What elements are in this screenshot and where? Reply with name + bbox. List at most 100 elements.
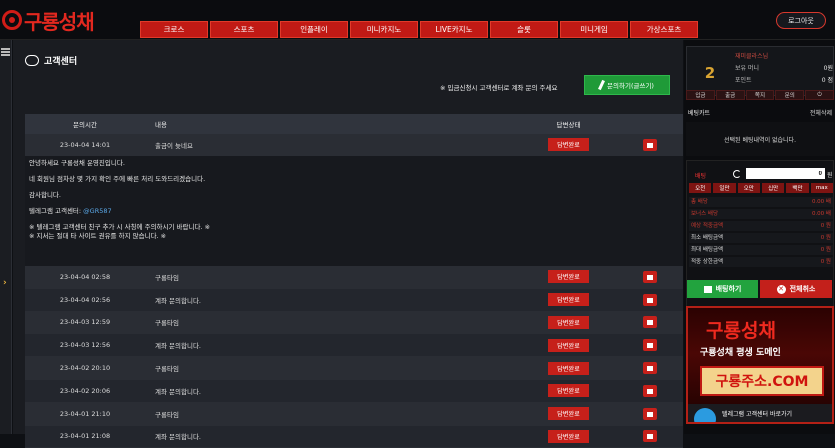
table-rows: 23-04-04 02:58 구룡타임 답변완료 23-04-04 02:56 … bbox=[25, 266, 683, 448]
stat-value: 0 원 bbox=[820, 247, 831, 253]
nav-virtual-sports[interactable]: 가상스포츠 bbox=[630, 21, 698, 38]
place-bet-button[interactable]: 배팅하기 bbox=[687, 280, 758, 298]
quick-buttons: 입금 출금 쪽지 문의 ⏻ bbox=[686, 90, 834, 100]
amount-5k-button[interactable]: 오천 bbox=[689, 183, 712, 193]
row-time: 23-04-04 02:56 bbox=[59, 295, 111, 304]
table-row[interactable]: 23-04-01 21:10 구룡타임 답변완료 bbox=[25, 402, 683, 426]
row-content: 계좌 문의합니다. bbox=[155, 387, 201, 396]
row-content: 계좌 문의합니다. bbox=[155, 342, 201, 351]
status-badge: 답변완료 bbox=[548, 407, 589, 421]
nav-live-casino[interactable]: LIVE카지노 bbox=[420, 21, 488, 38]
delete-button[interactable] bbox=[642, 430, 657, 443]
table-row[interactable]: 23-04-04 02:56 계좌 문의합니다. 답변완료 bbox=[25, 288, 683, 312]
stat-key: 보너스 배당 bbox=[691, 211, 719, 217]
refresh-icon[interactable] bbox=[733, 170, 741, 178]
row-status-cell: 답변완료 bbox=[521, 338, 616, 352]
nav-cross[interactable]: 크로스 bbox=[140, 21, 208, 38]
stat-expected-win: 예상 적중금액 0 원 bbox=[689, 221, 833, 231]
row-delete-cell bbox=[616, 316, 683, 329]
row-delete-cell bbox=[616, 270, 683, 283]
row-time: 23-04-04 02:58 bbox=[59, 272, 111, 281]
delete-button[interactable] bbox=[642, 384, 657, 397]
status-badge: 답변완료 bbox=[548, 361, 589, 375]
row-status-cell: 답변완료 bbox=[521, 138, 616, 151]
stat-max-bet: 최대 배팅금액 0 원 bbox=[689, 245, 833, 255]
table-row[interactable]: 23-04-02 20:06 계좌 문의합니다. 답변완료 bbox=[25, 379, 683, 403]
trash-icon bbox=[646, 433, 653, 440]
menu-icon[interactable] bbox=[1, 48, 10, 56]
status-badge: 답변완료 bbox=[548, 384, 589, 398]
stat-total-odds: 총 배당 0.00 배 bbox=[689, 197, 833, 207]
status-badge: 답변완료 bbox=[548, 429, 589, 443]
money-label: 보유 머니 bbox=[735, 65, 759, 72]
trash-icon bbox=[646, 410, 653, 417]
deposit-button[interactable]: 입금 bbox=[686, 90, 715, 100]
power-button[interactable]: ⏻ bbox=[805, 90, 834, 100]
bet-amount-input[interactable] bbox=[746, 168, 825, 179]
bet-cart-header: 베팅카트 전체삭제 bbox=[686, 108, 834, 118]
pencil-icon bbox=[598, 79, 606, 91]
detail-line-6: ※ 지서는 절대 타 사이트 권유를 하지 않습니다. ※ bbox=[29, 232, 167, 240]
status-badge: 답변완료 bbox=[548, 338, 589, 352]
expand-arrow-icon[interactable]: › bbox=[3, 278, 7, 288]
table-row[interactable]: 23-04-04 02:58 구룡타임 답변완료 bbox=[25, 266, 683, 289]
nav-slot[interactable]: 슬롯 bbox=[490, 21, 558, 38]
amount-1m-button[interactable]: 백만 bbox=[786, 183, 809, 193]
delete-button[interactable] bbox=[642, 407, 657, 420]
main-content: 고객센터 ※ 입금신청시 고객센터로 계좌 문의 주세요 문의하기(글쓰기) 문… bbox=[13, 40, 683, 448]
row-delete-cell bbox=[616, 430, 683, 443]
bet-cart-title: 베팅카트 bbox=[688, 110, 711, 117]
site-logo[interactable]: 구룡성채 bbox=[2, 6, 102, 34]
delete-all-link[interactable]: 전체삭제 bbox=[810, 108, 832, 118]
table-row[interactable]: 23-04-01 21:08 계좌 문의합니다. 답변완료 bbox=[25, 425, 683, 448]
inquiry-button[interactable]: 문의 bbox=[775, 90, 805, 100]
amount-50k-button[interactable]: 오만 bbox=[737, 183, 760, 193]
amount-10k-button[interactable]: 일만 bbox=[713, 183, 736, 193]
stat-min-bet: 최소 배팅금액 0 원 bbox=[689, 233, 833, 243]
bet-label: 배팅 bbox=[695, 173, 707, 180]
inquiry-table: 문의시간 내용 답변상태 23-04-04 14:01 출금이 늦네요 답변완료… bbox=[25, 114, 683, 448]
delete-button[interactable] bbox=[642, 316, 657, 329]
row-status-cell: 답변완료 bbox=[521, 361, 616, 375]
row-status-cell: 답변완료 bbox=[521, 315, 616, 329]
table-row-expanded[interactable]: 23-04-04 14:01 출금이 늦네요 답변완료 bbox=[25, 134, 683, 156]
promo-banner[interactable]: 구룡성채 구룡성채 평생 도메인 구룡주소.COM 텔레그램 고객센터 바로가기 bbox=[686, 306, 834, 424]
table-row[interactable]: 23-04-02 20:10 구룡타임 답변완료 bbox=[25, 357, 683, 380]
row-time: 23-04-03 12:59 bbox=[59, 318, 111, 327]
row-content: 구룡타임 bbox=[155, 410, 179, 419]
row-time: 23-04-02 20:06 bbox=[59, 386, 111, 395]
nav-sports[interactable]: 스포츠 bbox=[210, 21, 278, 38]
message-button[interactable]: 쪽지 bbox=[745, 90, 775, 100]
logo-text: 구룡성채 bbox=[24, 9, 95, 34]
nav-mini-casino[interactable]: 미니카지노 bbox=[350, 21, 418, 38]
trash-icon bbox=[646, 141, 653, 148]
stat-value: 0.00 배 bbox=[811, 211, 831, 217]
delete-button[interactable] bbox=[642, 293, 657, 306]
delete-button[interactable] bbox=[642, 138, 657, 151]
delete-button[interactable] bbox=[642, 339, 657, 352]
table-row[interactable]: 23-04-03 12:59 구룡타임 답변완료 bbox=[25, 311, 683, 335]
telegram-id[interactable]: @GR587 bbox=[83, 207, 111, 215]
money-line: 보유 머니 0원 bbox=[735, 63, 833, 72]
write-inquiry-button[interactable]: 문의하기(글쓰기) bbox=[584, 75, 670, 95]
detail-line-1: 안녕하세요 구룡성채 운영진입니다. bbox=[29, 159, 125, 167]
row-content: 구룡타임 bbox=[155, 319, 179, 328]
logout-button[interactable]: 로그아웃 bbox=[776, 12, 826, 29]
delete-button[interactable] bbox=[642, 362, 657, 375]
answer-detail: 안녕하세요 구룡성채 운영진입니다. 네 회원님 점차상 몇 가지 확인 주에 … bbox=[25, 156, 683, 266]
row-delete-cell bbox=[616, 293, 683, 306]
row-content: 계좌 문의합니다. bbox=[155, 296, 201, 305]
nav-mini-game[interactable]: 미니게임 bbox=[560, 21, 628, 38]
telegram-link[interactable]: 텔레그램 고객센터 바로가기 bbox=[688, 404, 832, 422]
row-time: 23-04-01 21:10 bbox=[59, 409, 111, 418]
trash-icon bbox=[646, 296, 653, 303]
header-time: 문의시간 bbox=[73, 121, 97, 129]
table-row[interactable]: 23-04-03 12:56 계좌 문의합니다. 답변완료 bbox=[25, 334, 683, 358]
amount-max-button[interactable]: max bbox=[810, 183, 833, 193]
withdraw-button[interactable]: 출금 bbox=[715, 90, 745, 100]
cancel-all-button[interactable]: ✕ 전체취소 bbox=[760, 280, 832, 298]
amount-100k-button[interactable]: 십만 bbox=[761, 183, 785, 193]
delete-button[interactable] bbox=[642, 270, 657, 283]
stat-win-limit: 적중 상한금액 0 원 bbox=[689, 257, 833, 267]
nav-inplay[interactable]: 인플레이 bbox=[280, 21, 348, 38]
